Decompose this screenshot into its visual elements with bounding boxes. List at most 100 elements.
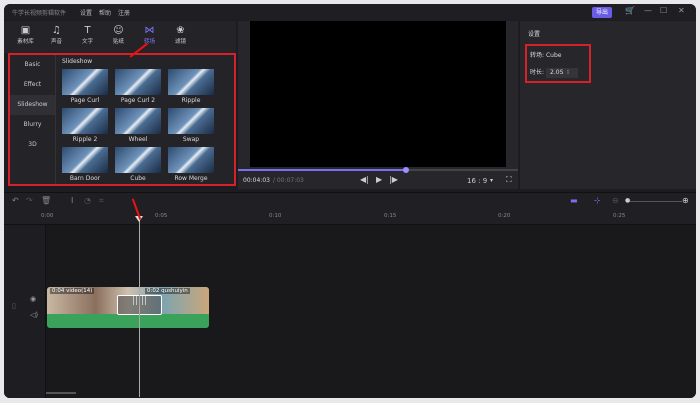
thumbnail: [115, 147, 161, 173]
menu-register[interactable]: 注册: [118, 8, 130, 17]
current-time: 00:04:03: [243, 177, 270, 184]
transition-label: Page Curl 2: [120, 97, 156, 104]
ruler-tick: 0:20: [498, 213, 511, 219]
app-title: 牛学长视频剪辑软件: [12, 9, 67, 17]
snap-icon[interactable]: ⊹: [594, 196, 601, 205]
ruler-tick: 0:10: [269, 213, 282, 219]
transition-ripple[interactable]: Ripple: [168, 69, 214, 107]
transition-label: Cube: [130, 175, 146, 182]
play-icon[interactable]: ▶: [376, 175, 382, 184]
menu-help[interactable]: 帮助: [99, 8, 111, 17]
playhead[interactable]: [139, 219, 140, 397]
category-effect[interactable]: Effect: [10, 75, 55, 95]
filter-icon: ❀: [176, 25, 185, 36]
crop-icon[interactable]: ⌗: [99, 196, 104, 206]
category-basic[interactable]: Basic: [10, 55, 55, 75]
video-clip[interactable]: 0:04 video(14) 0:02 qushuiyin || ||: [47, 287, 209, 328]
grid-title: Slideshow: [62, 58, 93, 65]
zoom-slider[interactable]: [626, 201, 682, 202]
category-slideshow[interactable]: Slideshow: [10, 95, 55, 115]
clip-2-time: 0:02: [147, 288, 160, 294]
category-list: Basic Effect Slideshow Blurry 3D: [10, 55, 56, 184]
ruler-tick: 0:05: [155, 213, 168, 219]
transition-cube[interactable]: Cube: [115, 147, 161, 185]
stepper-icon[interactable]: ⇕: [565, 69, 570, 76]
minimize-button[interactable]: —: [644, 6, 652, 15]
cart-icon[interactable]: 🛒: [625, 6, 635, 15]
split-icon[interactable]: I: [71, 196, 73, 205]
tool-label: 素材库: [17, 39, 34, 45]
main-toolbar: ▣ 素材库 ♫ 声音 T 文字 ☺ 贴纸 ⋈ 转场 ❀ 滤镜: [4, 21, 236, 53]
duration-input[interactable]: 2.0S ⇕: [546, 68, 579, 78]
transition-label: Ripple 2: [72, 136, 98, 143]
maximize-button[interactable]: ☐: [660, 6, 667, 15]
transition-label: 转场:: [530, 52, 545, 59]
transition-value: Cube: [545, 52, 562, 59]
menu-settings[interactable]: 设置: [80, 8, 92, 17]
undo-icon[interactable]: ↶: [12, 196, 19, 205]
zoom-out-icon[interactable]: ⊖: [612, 196, 619, 205]
thumbnail: [168, 147, 214, 173]
transition-ripple-2[interactable]: Ripple 2: [62, 108, 108, 146]
transition-label: Page Curl: [70, 97, 100, 104]
transition-row-merge[interactable]: Row Merge: [168, 147, 214, 185]
tool-label: 文字: [81, 39, 93, 45]
category-blurry[interactable]: Blurry: [10, 115, 55, 135]
transition-settings: 转场: Cube 时长: 2.0S ⇕: [525, 44, 591, 83]
thumbnail: [168, 69, 214, 95]
progress-fill: [238, 169, 406, 171]
thumbnail: [168, 108, 214, 134]
thumbnail: [62, 108, 108, 134]
fit-icon[interactable]: ▬: [570, 196, 578, 205]
clip-2-label: 0:02 qushuiyin: [145, 288, 190, 294]
audio-icon[interactable]: ◁): [30, 311, 38, 319]
transition-label: Swap: [182, 136, 200, 143]
fullscreen-icon[interactable]: ⛶: [506, 175, 512, 185]
ratio-dropdown-icon[interactable]: ▾: [490, 177, 493, 184]
clip-1-time: 0:04: [52, 288, 65, 294]
transition-label: Row Merge: [174, 175, 208, 182]
close-button[interactable]: ✕: [678, 6, 685, 15]
tool-media[interactable]: ▣ 素材库: [10, 21, 41, 53]
tool-text[interactable]: T 文字: [72, 21, 103, 53]
transition-barn-door[interactable]: Barn Door: [62, 147, 108, 185]
category-3d[interactable]: 3D: [10, 135, 55, 155]
delete-icon[interactable]: 🗑: [41, 196, 51, 205]
tool-audio[interactable]: ♫ 声音: [41, 21, 72, 53]
thumbnail: [115, 69, 161, 95]
export-button[interactable]: 导出: [592, 7, 612, 18]
zoom-slider-knob[interactable]: ●: [625, 197, 630, 204]
preview-panel: 00:04:03 / 00:07:03 ◀| ▶ |▶ 16 : 9 ▾ ⛶: [238, 21, 518, 189]
tool-label: 滤镜: [174, 39, 186, 45]
track-lock-icon[interactable]: ▯: [12, 302, 16, 310]
horizontal-scrollbar[interactable]: [46, 392, 76, 394]
thumbnail: [115, 108, 161, 134]
preview-progress[interactable]: [238, 167, 518, 173]
transition-grid: Page Curl Page Curl 2 Ripple Ripple 2 Wh…: [62, 69, 214, 185]
eye-icon[interactable]: ◉: [30, 295, 36, 303]
prev-frame-icon[interactable]: ◀|: [360, 175, 369, 184]
ruler-tick: 0:25: [613, 213, 626, 219]
redo-icon[interactable]: ↷: [26, 196, 33, 205]
tool-filter[interactable]: ❀ 滤镜: [165, 21, 196, 53]
tool-sticker[interactable]: ☺ 贴纸: [103, 21, 134, 53]
transition-swap[interactable]: Swap: [168, 108, 214, 146]
clip-1-name: video(14): [66, 288, 93, 294]
zoom-in-icon[interactable]: ⊕: [682, 196, 689, 205]
ruler-tick: 0:15: [384, 213, 397, 219]
clip-2-name: qushuiyin: [161, 288, 188, 294]
text-icon: T: [84, 25, 91, 36]
next-frame-icon[interactable]: |▶: [389, 175, 398, 184]
timeline-ruler[interactable]: 0:00 0:05 0:10 0:15 0:20 0:25: [4, 209, 696, 225]
media-icon: ▣: [20, 25, 31, 36]
speed-icon[interactable]: ◔: [84, 196, 91, 205]
transition-page-curl-2[interactable]: Page Curl 2: [115, 69, 161, 107]
aspect-ratio-select[interactable]: 16 : 9: [467, 177, 487, 185]
app-window: 牛学长视频剪辑软件 设置 帮助 注册 导出 🛒 — ☐ ✕ ▣ 素材库 ♫ 声音 T…: [4, 4, 696, 398]
thumbnail: [62, 147, 108, 173]
transition-wheel[interactable]: Wheel: [115, 108, 161, 146]
transition-page-curl[interactable]: Page Curl: [62, 69, 108, 107]
progress-knob[interactable]: [403, 167, 409, 173]
settings-header: 设置: [528, 31, 541, 38]
tool-label: 声音: [50, 39, 62, 45]
